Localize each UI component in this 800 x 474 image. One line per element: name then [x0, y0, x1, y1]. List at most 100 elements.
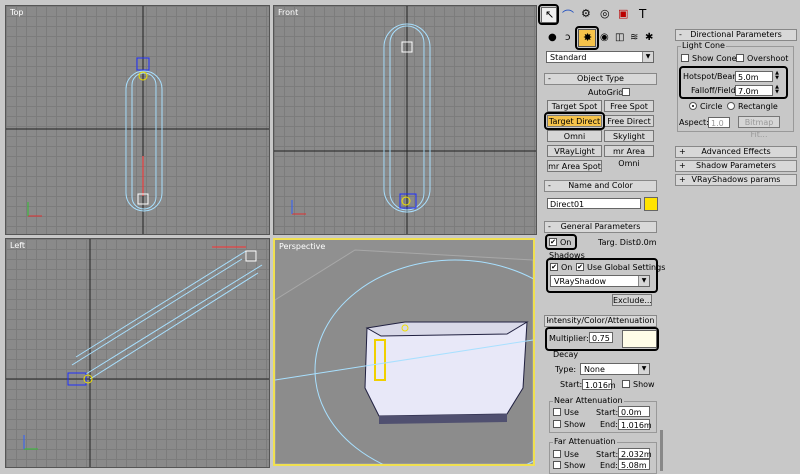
far-use-label: Use	[564, 450, 579, 459]
hotspot-spinner[interactable]: ▲ ▼	[774, 71, 780, 82]
near-start-label: Start:	[596, 408, 619, 417]
name-color-title: Name and Color	[568, 181, 633, 190]
targ-dist-label: Targ. Dist:	[598, 238, 639, 247]
skylight-button[interactable]: Skylight	[604, 130, 654, 142]
multiplier-field[interactable]: 0.75	[589, 332, 613, 343]
decay-type-dropdown[interactable]: None ▼	[580, 363, 650, 375]
motion-tab-icon[interactable]: ◎	[598, 7, 614, 23]
intensity-title: Intensity/Color/Attenuation	[546, 316, 655, 325]
targ-dist-value: 0.0m	[636, 238, 657, 247]
use-global-settings-label: Use Global Settings	[587, 263, 666, 272]
near-start-field[interactable]: 0.0m	[618, 406, 650, 417]
advanced-effects-title: Advanced Effects	[701, 147, 771, 156]
shadow-type-dropdown[interactable]: VRayShadow ▼	[550, 275, 650, 287]
directional-parameters-rollout-header[interactable]: - Directional Parameters	[675, 29, 797, 41]
panel-scrollbar[interactable]	[660, 430, 663, 471]
rollout-expand-icon: +	[679, 161, 686, 170]
mr-area-omni-button[interactable]: mr Area Omni	[604, 145, 654, 168]
utilities-tab-icon[interactable]: T	[636, 7, 652, 23]
object-name-field[interactable]: Direct01	[547, 198, 641, 209]
perspective-view-drawing	[275, 249, 533, 464]
viewport-perspective[interactable]: Perspective	[273, 238, 535, 466]
target-direct-button[interactable]: Target Direct	[547, 115, 602, 127]
rollout-collapse-icon: -	[548, 316, 551, 325]
near-show-checkbox[interactable]	[553, 420, 561, 428]
near-end-field[interactable]: 1.016m	[618, 419, 652, 430]
vrayshadows-params-rollout-header[interactable]: + VRayShadows params	[675, 174, 797, 186]
shadows-label: Shadows	[549, 251, 585, 260]
object-type-title: Object Type	[577, 74, 624, 83]
aspect-field[interactable]: 1.0	[708, 117, 730, 128]
shadow-parameters-rollout-header[interactable]: + Shadow Parameters	[675, 160, 797, 172]
intensity-rollout-header[interactable]: - Intensity/Color/Attenuation	[544, 315, 657, 327]
omni-button[interactable]: Omni	[547, 130, 602, 142]
object-color-swatch[interactable]	[644, 197, 658, 211]
far-show-label: Show	[564, 461, 586, 470]
lights-icon[interactable]: ✸	[578, 29, 596, 47]
object-type-rollout-header[interactable]: - Object Type	[544, 73, 657, 85]
far-end-field[interactable]: 5.08m	[618, 459, 650, 470]
display-tab-icon[interactable]: ▣	[617, 7, 633, 23]
create-tab-icon[interactable]: ↖	[541, 7, 557, 23]
free-direct-button[interactable]: Free Direct	[604, 115, 654, 127]
modify-tab-icon[interactable]: ⌒	[560, 7, 576, 23]
circle-radio[interactable]	[689, 102, 697, 110]
decay-type-label: Type:	[555, 365, 577, 374]
general-parameters-rollout-header[interactable]: - General Parameters	[544, 221, 657, 233]
far-show-checkbox[interactable]	[553, 461, 561, 469]
light-on-checkbox[interactable]: ✔	[549, 238, 557, 246]
free-spot-button[interactable]: Free Spot	[604, 100, 654, 112]
directional-parameters-title: Directional Parameters	[690, 30, 782, 39]
shapes-icon[interactable]: ↄ	[563, 31, 579, 47]
aspect-label: Aspect:	[679, 118, 709, 127]
far-use-checkbox[interactable]	[553, 450, 561, 458]
overshoot-label: Overshoot	[747, 54, 789, 63]
spacewarps-icon[interactable]: ≋	[629, 31, 645, 47]
show-cone-label: Show Cone	[692, 54, 737, 63]
far-attenuation-title: Far Attenuation	[553, 437, 617, 446]
falloff-label: Falloff/Field:	[691, 86, 739, 95]
hotspot-field[interactable]: 5.0m	[735, 71, 773, 82]
shadows-on-label: On	[561, 263, 573, 272]
cameras-icon[interactable]: ◉	[598, 31, 614, 47]
far-start-field[interactable]: 2.032m	[618, 448, 652, 459]
viewport-front[interactable]: Front	[273, 5, 537, 235]
shadows-on-checkbox[interactable]: ✔	[550, 263, 558, 271]
top-view-drawing	[6, 6, 269, 234]
autogrid-label: AutoGrid	[588, 88, 624, 97]
systems-icon[interactable]: ✱	[644, 31, 660, 47]
chevron-down-icon: ▼	[638, 364, 649, 374]
bitmap-fit-button[interactable]: Bitmap Fit...	[738, 116, 780, 139]
name-color-rollout-header[interactable]: - Name and Color	[544, 180, 657, 192]
mr-area-spot-button[interactable]: mr Area Spot	[547, 160, 602, 172]
near-use-checkbox[interactable]	[553, 408, 561, 416]
shadow-parameters-title: Shadow Parameters	[696, 161, 776, 170]
show-cone-checkbox[interactable]	[681, 54, 689, 62]
light-color-swatch[interactable]	[622, 330, 657, 348]
viewport-left[interactable]: Left	[5, 238, 270, 468]
overshoot-checkbox[interactable]	[736, 54, 744, 62]
rollout-collapse-icon: -	[548, 74, 551, 83]
light-on-label: On	[560, 238, 572, 247]
advanced-effects-rollout-header[interactable]: + Advanced Effects	[675, 146, 797, 158]
viewport-top[interactable]: Top	[5, 5, 270, 235]
multiplier-label: Multiplier:	[549, 334, 589, 343]
exclude-button[interactable]: Exclude...	[612, 294, 652, 306]
vraylight-button[interactable]: VRayLight	[547, 145, 602, 157]
use-global-settings-checkbox[interactable]: ✔	[576, 263, 584, 271]
target-spot-button[interactable]: Target Spot	[547, 100, 602, 112]
autogrid-checkbox[interactable]	[622, 88, 630, 96]
decay-start-field[interactable]: 1.016m	[582, 379, 616, 390]
rectangle-radio[interactable]	[727, 102, 735, 110]
geometry-icon[interactable]: ●	[546, 31, 562, 47]
decay-show-checkbox[interactable]	[622, 380, 630, 388]
falloff-spinner[interactable]: ▲ ▼	[774, 85, 780, 96]
chevron-down-icon: ▼	[642, 52, 653, 62]
hierarchy-tab-icon[interactable]: ⚙	[579, 7, 595, 23]
falloff-field[interactable]: 7.0m	[735, 85, 773, 96]
helpers-icon[interactable]: ◫	[613, 31, 629, 47]
front-view-drawing	[274, 6, 536, 234]
category-dropdown[interactable]: Standard ▼	[546, 51, 654, 63]
rollout-expand-icon: +	[679, 175, 686, 184]
category-dropdown-value: Standard	[550, 53, 587, 62]
